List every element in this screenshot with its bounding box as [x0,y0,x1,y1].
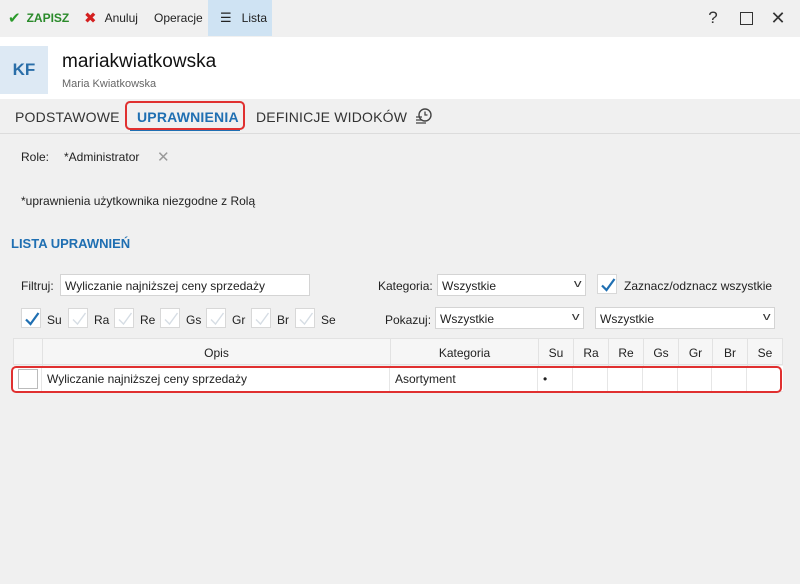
checkmark-icon [601,278,616,292]
history-icon[interactable] [415,107,433,125]
mismatch-note: *uprawnienia użytkownika niezgodne z Rol… [21,194,256,208]
header-select-cell [14,339,43,366]
header-gs[interactable]: Gs [644,339,679,366]
operations-label: Operacje [154,11,203,25]
header-gr[interactable]: Gr [679,339,713,366]
help-button[interactable]: ? [703,8,723,28]
select-all-label: Zaznacz/odznacz wszystkie [624,279,773,293]
header-su[interactable]: Su [539,339,574,366]
role-value: *Administrator [64,150,140,164]
user-full-name: Maria Kwiatkowska [62,78,157,90]
cancel-button[interactable]: ✖ Anuluj [84,0,138,36]
chevron-down-icon: v [571,311,580,323]
unchecked-mark-icon [210,312,225,326]
header-ra[interactable]: Ra [574,339,609,366]
right-checkbox-gs[interactable] [160,308,180,328]
cancel-label: Anuluj [104,11,138,25]
role-label: Role: [21,150,50,164]
header-se[interactable]: Se [748,339,782,366]
unchecked-mark-icon [118,312,133,326]
show-label: Pokazuj: [385,313,432,327]
show-value-2: Wszystkie [600,312,654,326]
user-header: KF mariakwiatkowska Maria Kwiatkowska [0,37,800,99]
unchecked-mark-icon [299,312,314,326]
unchecked-mark-icon [72,312,87,326]
show-value-1: Wszystkie [440,312,494,326]
right-label-gr: Gr [232,313,246,327]
right-checkbox-su[interactable] [21,308,41,328]
header-kategoria[interactable]: Kategoria [391,339,539,366]
maximize-icon [739,11,753,25]
maximize-button[interactable] [736,8,756,28]
right-label-ra: Ra [94,313,110,327]
header-br[interactable]: Br [713,339,748,366]
operations-button[interactable]: Operacje [154,0,203,36]
save-button[interactable]: ✔ ZAPISZ [8,0,69,36]
category-value: Wszystkie [442,279,496,293]
list-button[interactable]: ☰ Lista [208,0,272,36]
remove-role-icon[interactable]: ✕ [157,148,170,166]
right-label-se: Se [321,313,336,327]
right-checkbox-re[interactable] [114,308,134,328]
close-icon: ✖ [84,10,97,27]
chevron-down-icon: v [762,311,771,323]
avatar: KF [0,46,48,94]
header-opis[interactable]: Opis [43,339,391,366]
unchecked-mark-icon [164,312,179,326]
filter-label: Filtruj: [21,279,54,293]
right-checkbox-gr[interactable] [206,308,226,328]
grid-header: Opis Kategoria Su Ra Re Gs Gr Br Se [13,338,783,366]
tab-highlight-box [125,101,245,130]
right-label-br: Br [277,313,289,327]
window-close-button[interactable]: ✕ [768,8,788,28]
right-label-su: Su [47,313,62,327]
tab-bar: PODSTAWOWE UPRAWNIENIA DEFINICJE WIDOKÓW [0,99,800,134]
unchecked-mark-icon [255,312,270,326]
filter-input[interactable]: Wyliczanie najniższej ceny sprzedaży [60,274,310,296]
right-label-re: Re [140,313,156,327]
list-icon: ☰ [220,10,232,25]
chevron-down-icon: v [573,278,582,290]
select-all-checkbox[interactable] [597,274,617,294]
toolbar: ✔ ZAPISZ ✖ Anuluj Operacje ☰ Lista ? ✕ [0,0,800,37]
right-checkbox-se[interactable] [295,308,315,328]
user-login: mariakwiatkowska [62,51,217,72]
checkmark-icon: ✔ [8,10,21,27]
show-select-1[interactable]: Wszystkie v [435,307,584,329]
category-label: Kategoria: [378,279,433,293]
save-label: ZAPISZ [26,11,70,25]
right-checkbox-ra[interactable] [68,308,88,328]
show-select-2[interactable]: Wszystkie v [595,307,775,329]
list-label: Lista [241,11,268,25]
row-highlight-box [11,366,782,393]
category-select[interactable]: Wszystkie v [437,274,586,296]
tab-podstawowe[interactable]: PODSTAWOWE [15,109,120,125]
right-label-gs: Gs [186,313,202,327]
header-re[interactable]: Re [609,339,644,366]
tab-definicje-widokow[interactable]: DEFINICJE WIDOKÓW [256,109,407,125]
section-title: LISTA UPRAWNIEŃ [11,236,131,251]
right-checkbox-br[interactable] [251,308,271,328]
checkmark-icon [25,312,40,326]
